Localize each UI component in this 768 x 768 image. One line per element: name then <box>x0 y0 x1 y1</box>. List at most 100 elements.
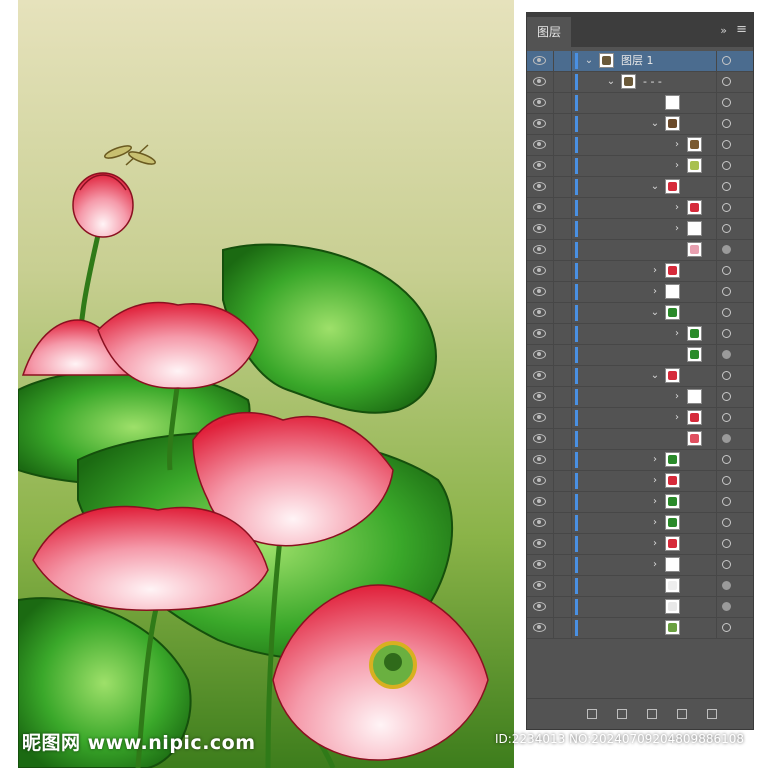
target-circle-icon[interactable] <box>722 455 731 464</box>
new-layer-icon[interactable] <box>617 709 627 719</box>
clipping-mask-icon[interactable] <box>647 709 657 719</box>
chevron-down-icon[interactable]: ⌄ <box>649 116 661 132</box>
eye-icon[interactable] <box>533 329 546 338</box>
tab-layers[interactable]: 图层 <box>527 17 571 47</box>
target-circle-icon[interactable] <box>722 203 731 212</box>
target-circle-icon[interactable] <box>722 287 731 296</box>
chevron-right-icon[interactable]: › <box>671 410 683 426</box>
layer-row[interactable]: › <box>527 219 753 240</box>
layer-row[interactable]: ⌄ <box>527 303 753 324</box>
chevron-down-icon[interactable]: ⌄ <box>649 368 661 384</box>
target-circle-icon[interactable] <box>722 497 731 506</box>
chevron-right-icon[interactable]: › <box>649 557 661 573</box>
target-circle-icon[interactable] <box>722 623 731 632</box>
locate-object-icon[interactable] <box>677 709 687 719</box>
chevron-right-icon[interactable]: › <box>671 221 683 237</box>
eye-icon[interactable] <box>533 497 546 506</box>
layer-row[interactable] <box>527 240 753 261</box>
chevron-down-icon[interactable]: ⌄ <box>605 74 617 90</box>
layer-row[interactable]: › <box>527 471 753 492</box>
layer-row[interactable] <box>527 618 753 639</box>
target-circle-icon[interactable] <box>722 350 731 359</box>
eye-icon[interactable] <box>533 602 546 611</box>
eye-icon[interactable] <box>533 539 546 548</box>
layer-row[interactable]: › <box>527 534 753 555</box>
chevron-down-icon[interactable]: ⌄ <box>649 179 661 195</box>
target-circle-icon[interactable] <box>722 560 731 569</box>
target-circle-icon[interactable] <box>722 56 731 65</box>
eye-icon[interactable] <box>533 182 546 191</box>
eye-icon[interactable] <box>533 434 546 443</box>
target-circle-icon[interactable] <box>722 224 731 233</box>
eye-icon[interactable] <box>533 98 546 107</box>
layer-row[interactable]: ⌄ - - - <box>527 72 753 93</box>
eye-icon[interactable] <box>533 581 546 590</box>
layer-row[interactable]: › <box>527 492 753 513</box>
layer-row[interactable] <box>527 576 753 597</box>
chevron-right-icon[interactable]: › <box>649 263 661 279</box>
layer-name[interactable]: 图层 1 <box>621 53 654 69</box>
target-circle-icon[interactable] <box>722 413 731 422</box>
trash-icon[interactable] <box>707 709 717 719</box>
eye-icon[interactable] <box>533 161 546 170</box>
eye-icon[interactable] <box>533 245 546 254</box>
target-circle-icon[interactable] <box>722 119 731 128</box>
target-circle-icon[interactable] <box>722 140 731 149</box>
chevron-right-icon[interactable]: › <box>649 536 661 552</box>
eye-icon[interactable] <box>533 77 546 86</box>
target-circle-icon[interactable] <box>722 581 731 590</box>
target-circle-icon[interactable] <box>722 266 731 275</box>
eye-icon[interactable] <box>533 455 546 464</box>
eye-icon[interactable] <box>533 119 546 128</box>
target-circle-icon[interactable] <box>722 392 731 401</box>
eye-icon[interactable] <box>533 203 546 212</box>
eye-icon[interactable] <box>533 560 546 569</box>
chevron-right-icon[interactable]: › <box>671 200 683 216</box>
chevron-down-icon[interactable]: ⌄ <box>583 53 595 69</box>
layer-row[interactable]: › <box>527 513 753 534</box>
layer-row[interactable]: › <box>527 261 753 282</box>
target-circle-icon[interactable] <box>722 161 731 170</box>
eye-icon[interactable] <box>533 623 546 632</box>
eye-icon[interactable] <box>533 56 546 65</box>
layer-row[interactable]: › <box>527 324 753 345</box>
target-circle-icon[interactable] <box>722 539 731 548</box>
eye-icon[interactable] <box>533 392 546 401</box>
eye-icon[interactable] <box>533 308 546 317</box>
chevron-right-icon[interactable]: › <box>671 326 683 342</box>
layer-name[interactable]: - - - <box>643 74 662 90</box>
target-circle-icon[interactable] <box>722 77 731 86</box>
layer-row[interactable]: › <box>527 408 753 429</box>
artwork-canvas[interactable] <box>18 0 514 768</box>
eye-icon[interactable] <box>533 287 546 296</box>
layer-row[interactable]: › <box>527 156 753 177</box>
layer-row[interactable]: › <box>527 387 753 408</box>
layer-row[interactable]: ⌄ 图层 1 <box>527 51 753 72</box>
chevron-right-icon[interactable]: › <box>649 515 661 531</box>
target-circle-icon[interactable] <box>722 245 731 254</box>
layer-row[interactable]: ⌄ <box>527 114 753 135</box>
target-circle-icon[interactable] <box>722 518 731 527</box>
layer-row[interactable]: › <box>527 198 753 219</box>
new-sublayer-icon[interactable] <box>587 709 597 719</box>
eye-icon[interactable] <box>533 413 546 422</box>
chevron-right-icon[interactable]: › <box>671 158 683 174</box>
eye-icon[interactable] <box>533 224 546 233</box>
target-circle-icon[interactable] <box>722 182 731 191</box>
target-circle-icon[interactable] <box>722 308 731 317</box>
chevron-right-icon[interactable]: › <box>649 452 661 468</box>
eye-icon[interactable] <box>533 266 546 275</box>
eye-icon[interactable] <box>533 476 546 485</box>
layer-row[interactable]: › <box>527 135 753 156</box>
eye-icon[interactable] <box>533 350 546 359</box>
target-circle-icon[interactable] <box>722 434 731 443</box>
target-circle-icon[interactable] <box>722 476 731 485</box>
eye-icon[interactable] <box>533 140 546 149</box>
layer-row[interactable] <box>527 345 753 366</box>
layer-row[interactable]: ⌄ <box>527 366 753 387</box>
target-circle-icon[interactable] <box>722 602 731 611</box>
layer-row[interactable]: ⌄ <box>527 177 753 198</box>
chevron-right-icon[interactable]: › <box>649 284 661 300</box>
target-circle-icon[interactable] <box>722 329 731 338</box>
chevron-right-icon[interactable]: › <box>649 473 661 489</box>
